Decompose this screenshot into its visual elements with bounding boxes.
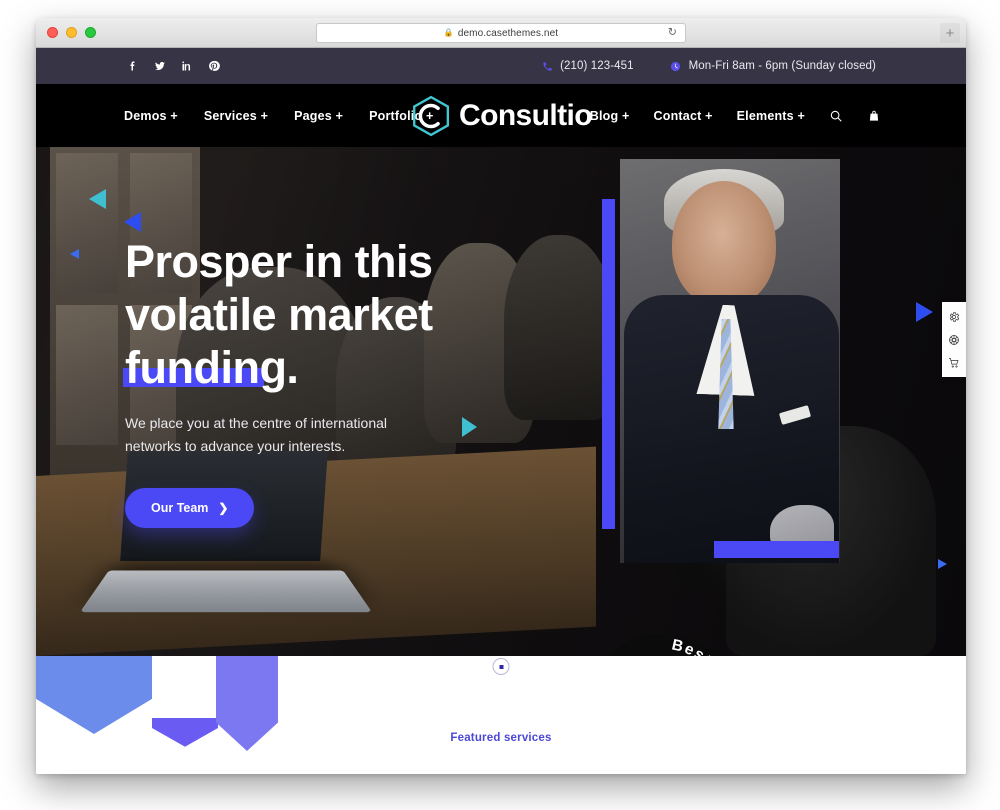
hero-title: Prosper in this volatile market funding.: [123, 235, 545, 394]
chevron-right-icon: ❯: [218, 501, 229, 516]
below-hero-band: Featured services: [36, 656, 966, 774]
our-team-button-label: Our Team: [151, 501, 209, 516]
logo-text: Consultio: [459, 98, 593, 132]
facebook-icon[interactable]: [126, 59, 140, 73]
nav-item-services[interactable]: Services +: [204, 109, 268, 123]
new-tab-button[interactable]: +: [940, 23, 960, 43]
nav-item-pages[interactable]: Pages +: [294, 109, 343, 123]
reload-icon[interactable]: ↻: [668, 27, 677, 39]
award-badge: Best customer quality service rewarded B…: [576, 621, 742, 656]
top-utility-bar: (210) 123-451 Mon-Fri 8am - 6pm (Sunday …: [36, 48, 966, 84]
hero-subtitle-line-2: networks to advance your interests.: [125, 438, 346, 455]
hero-portrait-photo: [620, 159, 840, 563]
shopping-bag-icon[interactable]: [867, 109, 881, 123]
twitter-icon[interactable]: [153, 59, 167, 73]
hero-copy: Prosper in this volatile market funding.…: [123, 235, 545, 529]
nav-item-blog[interactable]: Blog +: [590, 109, 630, 123]
triangle-left-blue: [124, 212, 141, 232]
phone-icon: [541, 60, 553, 72]
phone-number: (210) 123-451: [560, 60, 634, 72]
triangle-right-small-blue: [938, 559, 947, 569]
phone-block[interactable]: (210) 123-451: [541, 60, 634, 72]
accent-bar-horizontal: [714, 541, 839, 558]
hero-portrait-group: [602, 159, 840, 563]
business-hours: Mon-Fri 8am - 6pm (Sunday closed): [688, 60, 876, 72]
nav-left-group: Demos + Services + Pages + Portfolio +: [124, 109, 433, 123]
address-bar[interactable]: 🔒 demo.casethemes.net ↻: [316, 23, 686, 43]
nav-item-elements[interactable]: Elements +: [737, 109, 805, 123]
main-navigation: Demos + Services + Pages + Portfolio + C…: [36, 84, 966, 147]
triangle-left-teal: [89, 189, 106, 209]
linkedin-icon[interactable]: [180, 59, 194, 73]
clock-icon: [670, 60, 682, 72]
laptop-base-decor: [79, 570, 373, 613]
social-links: [126, 59, 221, 73]
gear-icon[interactable]: [947, 309, 962, 324]
hero-subtitle: We place you at the centre of internatio…: [125, 412, 425, 458]
nav-right-group: Blog + Contact + Elements +: [590, 109, 881, 123]
chevron-decor-3: [216, 656, 278, 751]
lock-icon: 🔒: [443, 28, 454, 37]
site-logo[interactable]: Consultio: [410, 95, 593, 137]
page-viewport: (210) 123-451 Mon-Fri 8am - 6pm (Sunday …: [36, 48, 966, 774]
hours-block: Mon-Fri 8am - 6pm (Sunday closed): [670, 60, 876, 72]
side-toolbar: [942, 302, 966, 377]
scroll-down-indicator[interactable]: [492, 658, 510, 675]
chevron-decor-1: [36, 656, 152, 734]
portrait-head: [672, 181, 776, 307]
minimize-window-button[interactable]: [66, 27, 77, 38]
triangle-left-small-blue: [70, 249, 79, 259]
hero-subtitle-line-1: We place you at the centre of internatio…: [125, 415, 388, 432]
accent-bar-vertical: [602, 199, 615, 529]
our-team-button[interactable]: Our Team ❯: [125, 488, 255, 529]
maximize-window-button[interactable]: [85, 27, 96, 38]
hero-title-line-2: volatile market: [125, 289, 433, 341]
chevron-decor-2: [152, 718, 218, 747]
hexagon-c-logo-icon: [413, 95, 450, 136]
color-wheel-icon[interactable]: [947, 332, 962, 347]
triangle-right-blue: [916, 302, 933, 322]
browser-window: 🔒 demo.casethemes.net ↻ + (210) 123-451 …: [36, 18, 966, 774]
url-text: demo.casethemes.net: [457, 27, 559, 39]
award-badge-ring: Best customer quality service rewarded: [576, 621, 739, 656]
cart-icon[interactable]: [947, 355, 962, 370]
nav-item-contact[interactable]: Contact +: [654, 109, 713, 123]
hero-section: Prosper in this volatile market funding.…: [36, 147, 966, 656]
browser-titlebar: 🔒 demo.casethemes.net ↻ +: [36, 18, 966, 48]
nav-item-demos[interactable]: Demos +: [124, 109, 178, 123]
hero-title-line-3-wrapper: funding.: [123, 341, 299, 394]
window-controls: [47, 27, 96, 38]
hero-title-line-1: Prosper in this: [125, 236, 433, 287]
close-window-button[interactable]: [47, 27, 58, 38]
hero-title-line-3: funding.: [125, 342, 299, 394]
search-icon[interactable]: [829, 109, 843, 123]
featured-services-label: Featured services: [450, 732, 552, 744]
pinterest-icon[interactable]: [207, 59, 221, 73]
topbar-contact-info: (210) 123-451 Mon-Fri 8am - 6pm (Sunday …: [541, 60, 911, 72]
